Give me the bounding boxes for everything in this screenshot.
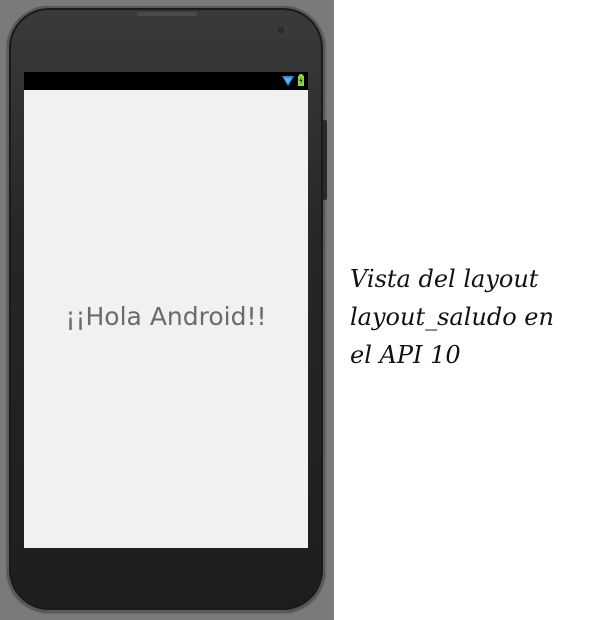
app-content: ¡¡Hola Android!! bbox=[24, 90, 308, 548]
device-screen: ¡¡Hola Android!! bbox=[24, 72, 308, 548]
caption-line-2: layout_saludo en bbox=[350, 303, 554, 331]
wifi-icon bbox=[282, 76, 294, 86]
caption-line-3: el API 10 bbox=[350, 341, 461, 369]
speaker-grille bbox=[137, 12, 197, 16]
battery-icon bbox=[298, 74, 304, 86]
page: ¡¡Hola Android!! Vista del layout layout… bbox=[0, 0, 602, 620]
caption-line-1: Vista del layout bbox=[350, 265, 539, 293]
front-camera bbox=[275, 24, 287, 36]
power-button[interactable] bbox=[323, 120, 327, 200]
greeting-text: ¡¡Hola Android!! bbox=[65, 302, 267, 331]
caption: Vista del layout layout_saludo en el API… bbox=[350, 260, 598, 374]
status-bar bbox=[24, 72, 308, 90]
